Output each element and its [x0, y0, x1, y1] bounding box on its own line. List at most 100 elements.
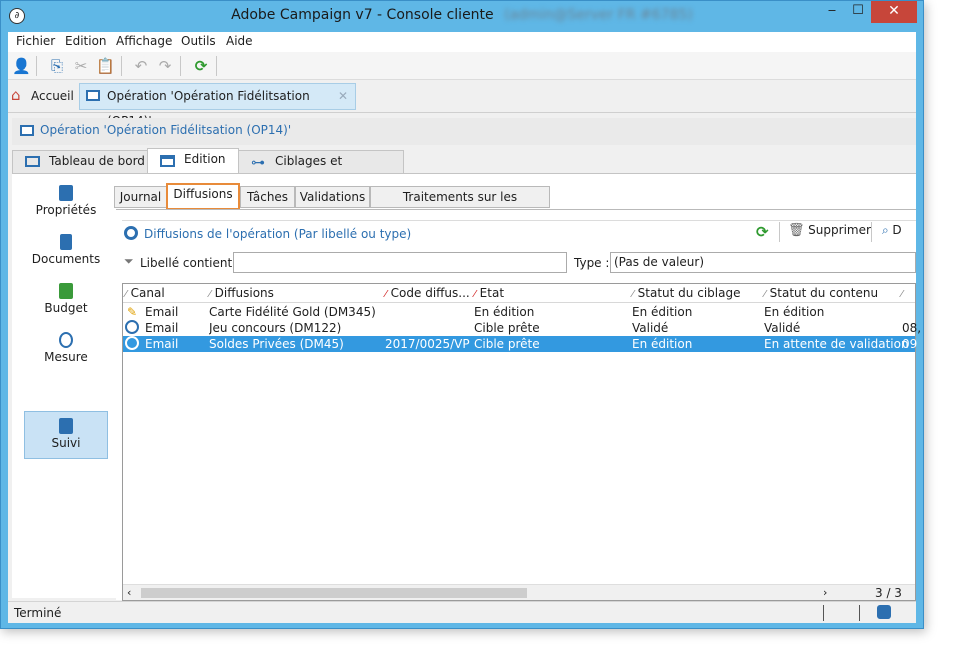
- sidebar-item-label: Budget: [44, 301, 88, 315]
- paste-icon[interactable]: 📋: [96, 57, 115, 75]
- label-filter-input[interactable]: [233, 252, 567, 273]
- cell-statut-contenu: En attente de validation: [764, 337, 909, 351]
- menu-affichage[interactable]: Affichage: [116, 34, 172, 48]
- delete-button-label: Supprimer: [808, 223, 871, 237]
- section-divider: [122, 220, 916, 221]
- cell-canal: Email: [145, 337, 179, 351]
- documents-icon: [60, 234, 72, 250]
- cell-statut-ciblage: Validé: [632, 321, 669, 335]
- refresh-icon[interactable]: ⟳: [756, 223, 769, 241]
- col-statut-ciblage[interactable]: ⁄ Statut du ciblage: [632, 286, 740, 300]
- cell-statut-ciblage: En édition: [632, 305, 693, 319]
- detail-button-label: D: [892, 223, 902, 237]
- toolbar-separator: [180, 56, 181, 76]
- sidebar-item-label: Propriétés: [35, 203, 97, 217]
- subtab-traitements-prestataires[interactable]: Traitements sur les prestataires: [370, 186, 550, 224]
- tab-close-icon[interactable]: ✕: [338, 84, 348, 109]
- row-count: 3 / 3: [875, 586, 902, 600]
- document-tabs: ⌂ Accueil Opération 'Opération Fidélitsa…: [8, 80, 916, 128]
- cell-diffusion: Carte Fidélité Gold (DM345): [209, 305, 376, 319]
- search-icon: ⌕: [882, 223, 889, 237]
- menu-fichier[interactable]: Fichier: [16, 34, 55, 48]
- cell-extra: 09: [902, 337, 918, 351]
- trash-icon: 🗑: [788, 223, 805, 238]
- home-icon: ⌂: [11, 86, 21, 104]
- toolbar: 👤 ⎘ ✂ 📋 ↶ ↷ ⟳: [8, 52, 916, 80]
- col-extra[interactable]: ⁄: [901, 286, 907, 300]
- sidebar-item-label: Mesure: [44, 350, 88, 364]
- cell-statut-contenu: Validé: [764, 321, 801, 335]
- col-statut-contenu[interactable]: ⁄ Statut du contenu: [764, 286, 878, 300]
- scroll-left-icon[interactable]: ‹: [127, 586, 131, 599]
- type-label: Type :: [574, 256, 610, 270]
- doc-tab-operation[interactable]: Opération 'Opération Fidélitsation (OP14…: [79, 83, 356, 128]
- col-diffusions[interactable]: ⁄ Diffusions: [209, 286, 274, 300]
- horizontal-scrollbar[interactable]: ‹ › 3 / 3: [123, 584, 915, 600]
- menu-aide[interactable]: Aide: [226, 34, 253, 48]
- subtab-diffusions[interactable]: Diffusions: [166, 183, 240, 210]
- subtab-validations[interactable]: Validations: [295, 186, 370, 208]
- filter-label: Libellé contient :: [140, 256, 241, 270]
- operation-title: Opération 'Opération Fidélitsation (OP14…: [40, 123, 292, 137]
- edit-pencil-icon: ✎: [127, 305, 138, 319]
- subtab-taches[interactable]: Tâches: [240, 186, 295, 208]
- redo-icon[interactable]: ↷: [156, 57, 174, 75]
- cut-icon[interactable]: ✂: [72, 57, 90, 75]
- cell-canal: Email: [145, 321, 179, 335]
- sidebar-item-proprietes[interactable]: Propriétés: [24, 179, 108, 227]
- col-canal[interactable]: ⁄ Canal: [125, 286, 165, 300]
- subtab-journal[interactable]: Journal: [114, 186, 167, 208]
- new-user-icon[interactable]: 👤: [12, 57, 31, 75]
- status-bar: Terminé: [8, 601, 916, 623]
- table-row-selected[interactable]: Email Soldes Privées (DM45) 2017/0025/VP…: [123, 336, 918, 352]
- col-code[interactable]: ⁄ Code diffus...: [385, 286, 470, 300]
- cell-etat: En édition: [474, 305, 535, 319]
- menu-outils[interactable]: Outils: [181, 34, 216, 48]
- scroll-right-icon[interactable]: ›: [823, 586, 827, 599]
- tab-ciblages-workflows[interactable]: ⊶ Ciblages et workflows: [238, 150, 404, 189]
- doc-tab-home[interactable]: ⌂ Accueil: [11, 86, 74, 108]
- cell-etat: Cible prête: [474, 321, 540, 335]
- type-select[interactable]: (Pas de valeur): [610, 252, 916, 273]
- operation-icon: [20, 125, 34, 136]
- maximize-button[interactable]: ☐: [845, 1, 871, 23]
- minimize-button[interactable]: ‒: [819, 1, 845, 23]
- sidebar-item-budget[interactable]: Budget: [24, 277, 108, 325]
- tab-edition[interactable]: Edition: [147, 148, 239, 173]
- status-text: Terminé: [14, 606, 62, 620]
- detail-button[interactable]: ⌕ D: [882, 223, 902, 241]
- window-title: Adobe Campaign v7 - Console cliente (adm…: [1, 7, 923, 23]
- toolbar-separator: [216, 56, 217, 76]
- doc-tab-home-label: Accueil: [31, 89, 74, 103]
- delete-button[interactable]: 🗑 Supprimer: [788, 223, 871, 241]
- tab-tableau-de-bord[interactable]: Tableau de bord: [12, 150, 148, 173]
- table-row[interactable]: ✎ Email Carte Fidélité Gold (DM345) En é…: [123, 304, 915, 320]
- workflow-icon: ⊶: [251, 155, 265, 171]
- clipboard-icon: [59, 185, 73, 201]
- scrollbar-thumb[interactable]: [141, 588, 527, 598]
- sidebar-item-documents[interactable]: Documents: [24, 228, 108, 276]
- diffusions-content: Diffusions de l'opération (Par libellé o…: [116, 209, 921, 601]
- tab-edition-label: Edition: [184, 152, 226, 166]
- section-title: Diffusions de l'opération (Par libellé o…: [144, 227, 412, 241]
- delivery-list-icon: [124, 226, 138, 240]
- close-button[interactable]: ✕: [871, 1, 917, 23]
- refresh-icon[interactable]: ⟳: [192, 57, 210, 75]
- table-row[interactable]: Email Jeu concours (DM122) Cible prête V…: [123, 320, 921, 336]
- title-bar[interactable]: ∂ Adobe Campaign v7 - Console cliente (a…: [1, 1, 923, 32]
- edition-icon: [160, 155, 175, 167]
- sidebar-item-suivi[interactable]: Suivi: [24, 411, 108, 459]
- sidebar-item-label: Documents: [31, 252, 101, 266]
- calculator-icon: [59, 283, 73, 299]
- copy-icon[interactable]: ⎘: [48, 57, 66, 75]
- col-etat[interactable]: ⁄ Etat: [474, 286, 504, 300]
- sidebar-item-mesure[interactable]: Mesure: [24, 326, 108, 374]
- operation-icon: [86, 90, 100, 101]
- undo-icon[interactable]: ↶: [132, 57, 150, 75]
- app-window: ∂ Adobe Campaign v7 - Console cliente (a…: [0, 0, 924, 629]
- cell-statut-contenu: En édition: [764, 305, 825, 319]
- window-title-text: Adobe Campaign v7 - Console cliente: [231, 7, 494, 23]
- window-title-user: (admin@Server FR #6785): [504, 7, 693, 23]
- toolbar-separator: [36, 56, 37, 76]
- menu-edition[interactable]: Edition: [65, 34, 107, 48]
